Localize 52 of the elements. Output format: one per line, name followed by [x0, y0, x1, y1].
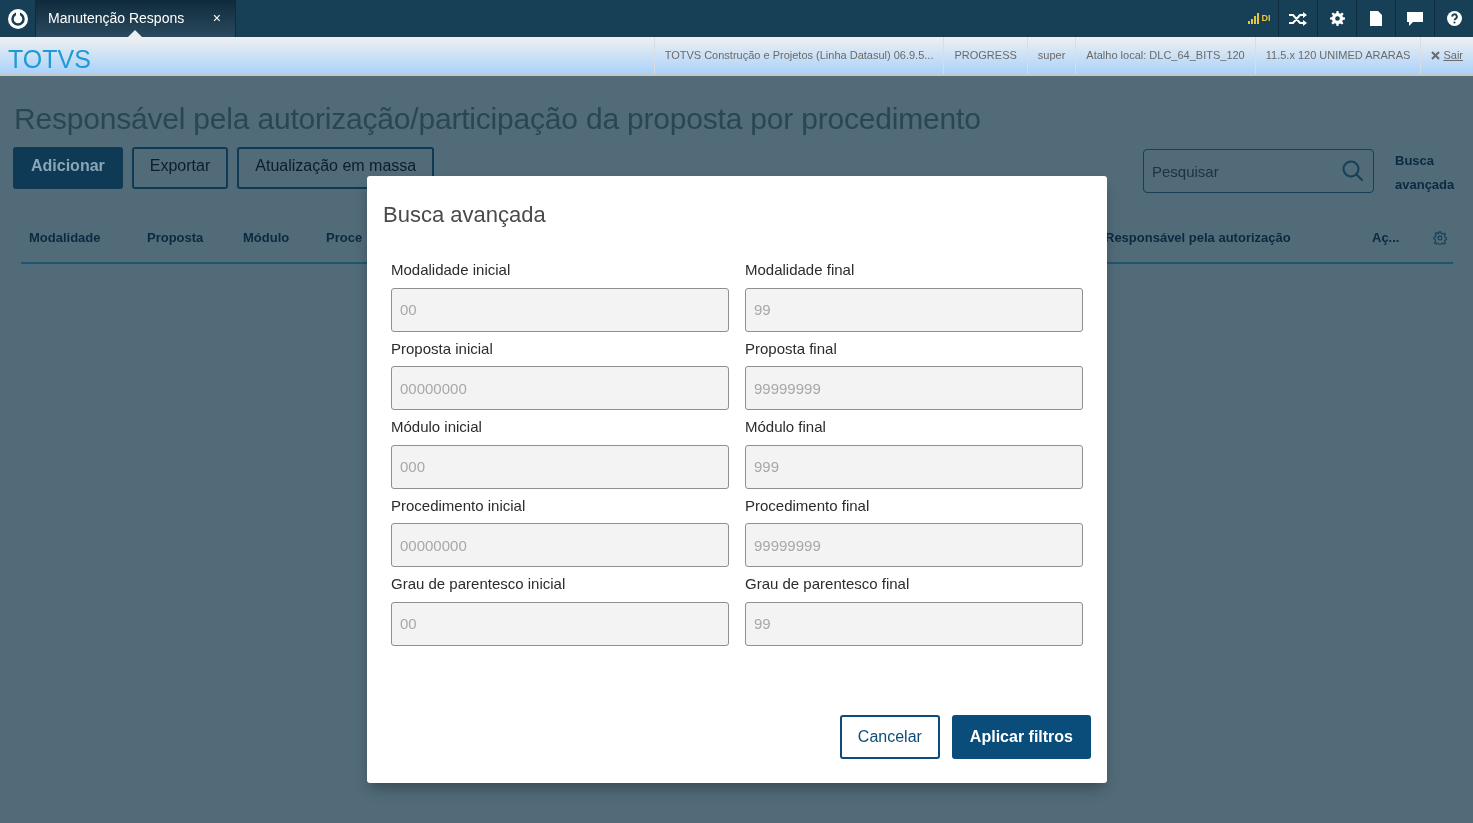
header-info: super	[1026, 37, 1076, 74]
column-header[interactable]: Responsável pela autorização	[1105, 228, 1372, 248]
field-label: Modalidade inicial	[391, 260, 512, 280]
modal-title: Busca avançada	[383, 201, 547, 229]
document-icon[interactable]	[1370, 11, 1382, 26]
header-info: TOTVS Construção e Projetos (Linha Datasul) 06.9.5...	[653, 37, 944, 74]
field-label: Procedimento final	[745, 495, 871, 516]
field-label: Modalidade final	[745, 260, 856, 280]
dialog-button[interactable]: Cancelar	[839, 715, 940, 759]
column-header[interactable]: Módulo	[243, 228, 326, 248]
header-info: Atalho local: DLC_64_BITS_120	[1075, 37, 1255, 74]
input-field[interactable]: 00000000	[391, 366, 729, 410]
input-field[interactable]: 99999999	[745, 366, 1083, 410]
dialog-button[interactable]: Aplicar filtros	[951, 715, 1091, 759]
field-label: Proposta inicial	[391, 338, 494, 359]
field-label: Módulo inicial	[391, 417, 483, 437]
logo-icon	[6, 7, 29, 30]
column-header[interactable]: Modalidade	[29, 228, 147, 248]
connection-label: DI	[1261, 11, 1271, 25]
search-field[interactable]: Pesquisar	[1143, 149, 1374, 193]
input-field[interactable]: 99	[745, 287, 1083, 332]
action-button[interactable]: Exportar	[131, 147, 229, 189]
shuffle-icon[interactable]	[1289, 11, 1307, 26]
field-label: Grau de parentesco inicial	[391, 574, 567, 594]
field-label: Procedimento inicial	[391, 495, 527, 516]
input-field[interactable]: 000	[391, 444, 729, 489]
chat-icon[interactable]	[1407, 11, 1423, 26]
app-tab[interactable]: Manutenção Respons ×	[36, 0, 236, 37]
header-info: PROGRESS	[943, 37, 1027, 74]
field-label: Proposta final	[745, 338, 838, 359]
signal-icon	[1247, 13, 1260, 24]
input-field[interactable]: 00000000	[391, 523, 729, 567]
close-button[interactable]: ×	[208, 8, 225, 29]
header-info: 11.5.x 120 UNIMED ARARAS	[1254, 37, 1421, 74]
input-field[interactable]: 99999999	[745, 523, 1083, 567]
field-label: Módulo final	[745, 417, 827, 437]
action-button[interactable]: Adicionar	[13, 147, 123, 189]
help-icon[interactable]	[1446, 11, 1462, 26]
input-field[interactable]: 99	[745, 601, 1083, 646]
column-header[interactable]: Proposta	[147, 228, 243, 248]
input-field[interactable]: 00	[391, 601, 729, 646]
input-field[interactable]: 999	[745, 444, 1083, 489]
close-icon	[1431, 51, 1441, 60]
brand-logo: TOTVS	[7, 44, 92, 74]
advanced-search-link[interactable]: Busca avançada	[1395, 149, 1465, 197]
tab-title: Manutenção Respons	[48, 9, 185, 28]
logout-link[interactable]: Sair	[1420, 37, 1473, 74]
column-header[interactable]: Aç...	[1372, 228, 1433, 248]
field-label: Grau de parentesco final	[745, 574, 911, 594]
input-field[interactable]: 00	[391, 287, 729, 332]
connection-indicator[interactable]: DI	[1240, 0, 1278, 37]
settings-icon[interactable]	[1329, 11, 1345, 26]
